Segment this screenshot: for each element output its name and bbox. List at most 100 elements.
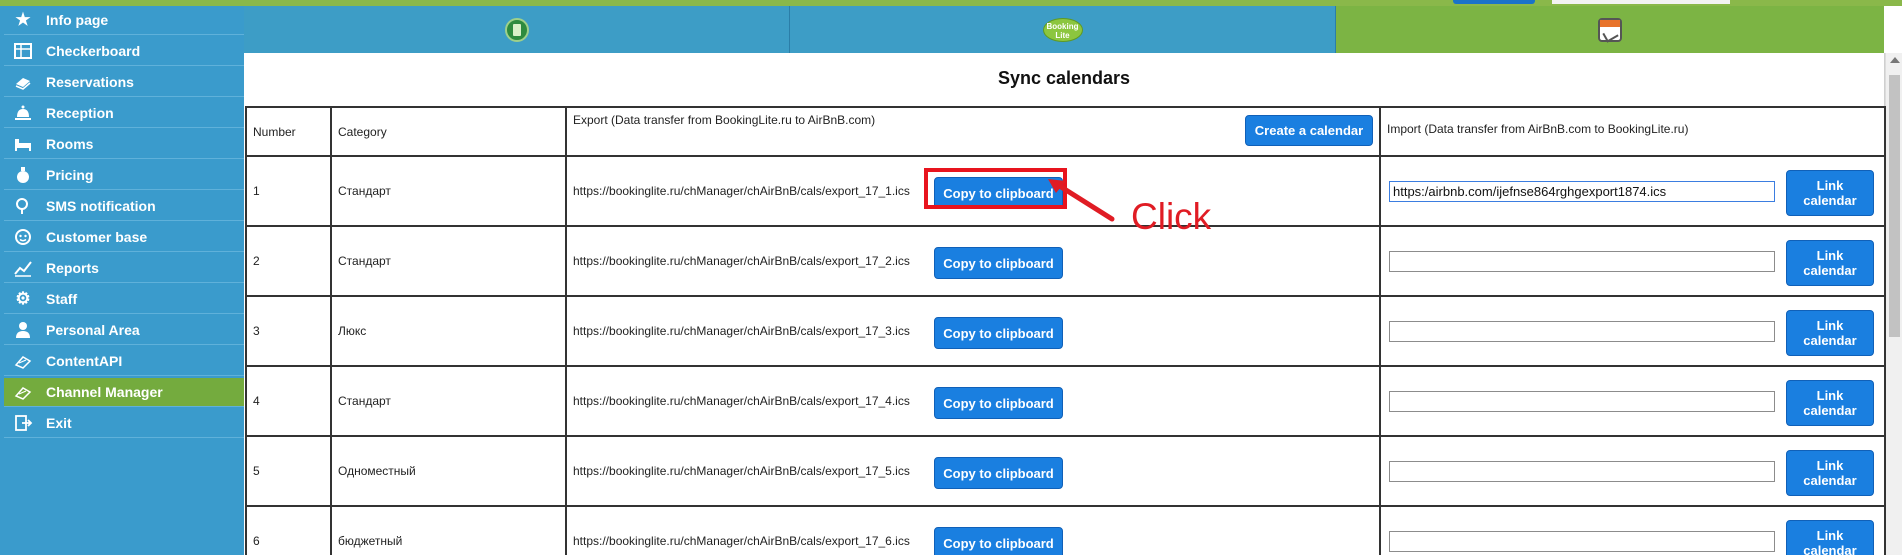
table-row: 4 Стандарт https://bookinglite.ru/chMana… (245, 365, 1886, 437)
row-category: Стандарт (330, 225, 567, 297)
export-url: https://bookinglite.ru/chManager/chAirBn… (573, 534, 910, 548)
sidebar-item-label: Pricing (46, 167, 94, 183)
sidebar-item-rooms[interactable]: Rooms (4, 130, 244, 159)
row-category: Стандарт (330, 155, 567, 227)
import-url-input[interactable] (1389, 181, 1775, 202)
top-strip-field[interactable] (1552, 0, 1730, 4)
page-title: Sync calendars (997, 68, 1131, 88)
export-url: https://bookinglite.ru/chManager/chAirBn… (573, 464, 910, 478)
sidebar-item-reports[interactable]: Reports (4, 254, 244, 283)
import-url-input[interactable] (1389, 321, 1775, 342)
tab-bookinglite[interactable]: Booking Lite (790, 6, 1336, 53)
link-calendar-button[interactable]: Link calendar (1786, 380, 1874, 426)
sidebar-item-label: Rooms (46, 136, 94, 152)
link-calendar-button[interactable]: Link calendar (1786, 170, 1874, 216)
sidebar-item-reception[interactable]: Reception (4, 99, 244, 128)
sidebar-item-staff[interactable]: ⚙ Staff (4, 285, 244, 314)
row-number: 5 (245, 435, 332, 507)
import-url-input[interactable] (1389, 531, 1775, 552)
row-number: 2 (245, 225, 332, 297)
calendar-icon (1598, 17, 1622, 42)
link-calendar-button[interactable]: Link calendar (1786, 240, 1874, 286)
scrollbar[interactable] (1885, 53, 1902, 555)
api-icon (10, 350, 36, 372)
sidebar-item-label: Reports (46, 260, 99, 276)
bed-icon (10, 133, 36, 155)
sidebar-item-pricing[interactable]: Pricing (4, 161, 244, 190)
link-calendar-button[interactable]: Link calendar (1786, 520, 1874, 555)
scroll-up-arrow-icon[interactable] (1890, 57, 1900, 63)
header-category: Category (330, 106, 567, 157)
row-category: Стандарт (330, 365, 567, 437)
sidebar-item-label: Info page (46, 12, 109, 28)
sidebar-item-personal-area[interactable]: Personal Area (4, 316, 244, 345)
sidebar-item-contentapi[interactable]: ContentAPI (4, 347, 244, 376)
copy-to-clipboard-button[interactable]: Copy to clipboard (934, 317, 1063, 349)
star-icon: ★ (15, 10, 31, 29)
sidebar-item-label: Staff (46, 291, 78, 307)
sidebar-item-label: Channel Manager (46, 384, 163, 400)
tab-green-icon[interactable] (244, 6, 790, 53)
export-url: https://bookinglite.ru/chManager/chAirBn… (573, 324, 910, 338)
row-category: Люкс (330, 295, 567, 367)
header-export-label: Export (Data transfer from BookingLite.r… (573, 113, 876, 127)
table-row: 6 бюджетный https://bookinglite.ru/chMan… (245, 505, 1886, 555)
import-url-input[interactable] (1389, 251, 1775, 272)
table-row: 2 Стандарт https://bookinglite.ru/chMana… (245, 225, 1886, 297)
import-url-input[interactable] (1389, 391, 1775, 412)
import-url-input[interactable] (1389, 461, 1775, 482)
bell-icon (10, 102, 36, 124)
sidebar-item-checkerboard[interactable]: Checkerboard (4, 37, 244, 66)
header-number: Number (245, 106, 332, 157)
book-icon (10, 71, 36, 93)
header-import-label: Import (Data transfer from AirBnB.com to… (1387, 122, 1689, 136)
channel-icon (10, 381, 36, 403)
table-header-row: Number Category Export (Data transfer fr… (245, 106, 1886, 157)
row-number: 4 (245, 365, 332, 437)
click-annotation-label: Click (1131, 196, 1212, 237)
row-number: 3 (245, 295, 332, 367)
sidebar-item-label: Reception (46, 105, 114, 121)
sidebar-item-channel-manager[interactable]: Channel Manager (4, 378, 244, 407)
gear-icon: ⚙ (15, 289, 31, 308)
link-calendar-button[interactable]: Link calendar (1786, 450, 1874, 496)
row-number: 6 (245, 505, 332, 555)
copy-to-clipboard-button[interactable]: Copy to clipboard (934, 527, 1063, 555)
copy-to-clipboard-button[interactable]: Copy to clipboard (934, 457, 1063, 489)
annotation-arrow-icon (1048, 179, 1115, 222)
scroll-thumb[interactable] (1889, 75, 1900, 337)
sidebar-item-label: SMS notification (46, 198, 156, 214)
person-icon (10, 319, 36, 341)
sidebar-item-sms-notification[interactable]: SMS notification (4, 192, 244, 221)
header-import: Import (Data transfer from AirBnB.com to… (1379, 106, 1886, 157)
door-icon (504, 17, 529, 42)
row-category: бюджетный (330, 505, 567, 555)
bookinglite-logo-icon: Booking Lite (1042, 17, 1083, 42)
header-export: Export (Data transfer from BookingLite.r… (565, 106, 1381, 157)
copy-to-clipboard-button[interactable]: Copy to clipboard (934, 387, 1063, 419)
sidebar-item-label: Checkerboard (46, 43, 141, 59)
sidebar-item-customer-base[interactable]: Customer base (4, 223, 244, 252)
sidebar-item-label: Reservations (46, 74, 134, 90)
link-calendar-button[interactable]: Link calendar (1786, 310, 1874, 356)
table-row: 3 Люкс https://bookinglite.ru/chManager/… (245, 295, 1886, 367)
row-category: Одноместный (330, 435, 567, 507)
grid-icon (10, 40, 36, 62)
copy-to-clipboard-button[interactable]: Copy to clipboard (934, 247, 1063, 279)
sidebar-item-label: Exit (46, 415, 72, 431)
create-calendar-button[interactable]: Create a calendar (1245, 115, 1373, 146)
export-url: https://bookinglite.ru/chManager/chAirBn… (573, 254, 910, 268)
tab-calendar[interactable] (1336, 6, 1884, 53)
row-number: 1 (245, 155, 332, 227)
sidebar-item-label: ContentAPI (46, 353, 123, 369)
sidebar-item-reservations[interactable]: Reservations (4, 68, 244, 97)
top-strip-button[interactable] (1453, 0, 1535, 4)
sidebar-item-info-page[interactable]: ★ Info page (4, 6, 244, 35)
sidebar-item-label: Personal Area (46, 322, 140, 338)
export-url: https://bookinglite.ru/chManager/chAirBn… (573, 184, 910, 198)
chart-icon (10, 257, 36, 279)
sidebar-item-label: Customer base (46, 229, 148, 245)
exit-icon (10, 412, 36, 434)
face-icon (10, 226, 36, 248)
sidebar-item-exit[interactable]: Exit (4, 409, 244, 438)
